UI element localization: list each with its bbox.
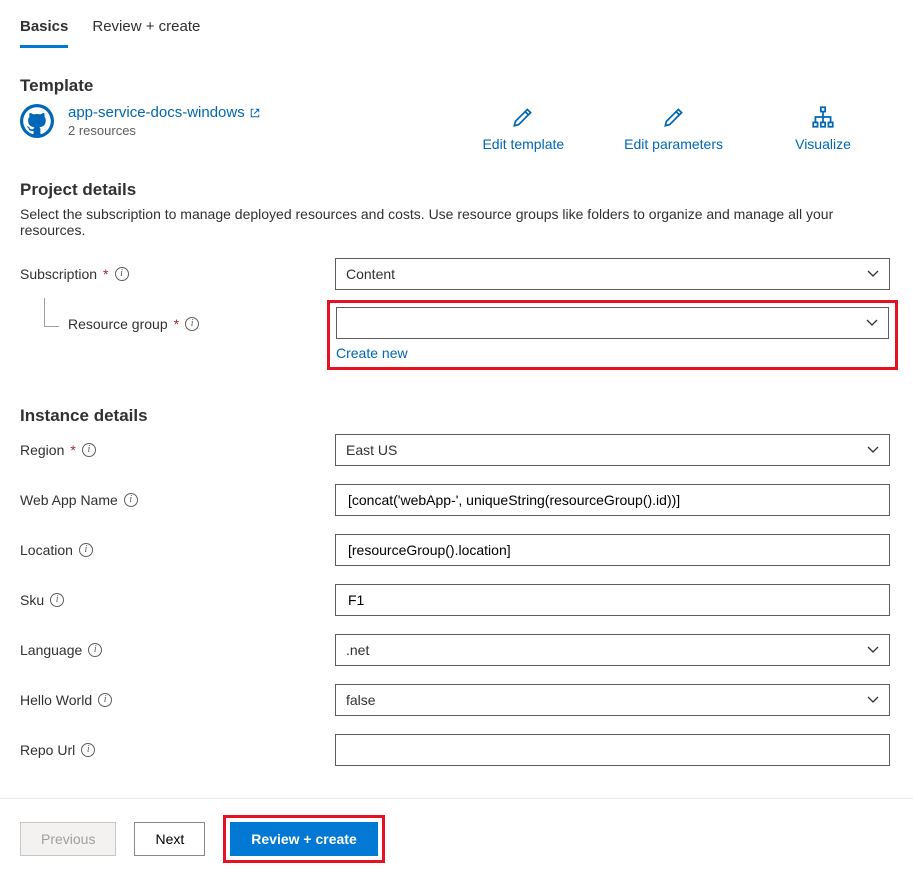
- chevron-down-icon: [866, 317, 878, 329]
- sku-label-text: Sku: [20, 592, 44, 608]
- resource-group-highlight: Create new: [327, 300, 898, 370]
- required-indicator: *: [103, 266, 108, 282]
- info-icon[interactable]: i: [50, 593, 64, 607]
- template-resource-count: 2 resources: [68, 123, 261, 138]
- subscription-select[interactable]: Content: [335, 258, 890, 290]
- chevron-down-icon: [867, 268, 879, 280]
- review-create-button[interactable]: Review + create: [230, 822, 377, 856]
- visualize-label: Visualize: [795, 136, 851, 152]
- webapp-name-row: Web App Name i: [20, 482, 893, 518]
- resource-group-row: Resource group * i Create new: [20, 306, 893, 378]
- required-indicator: *: [174, 316, 179, 332]
- wizard-footer: Previous Next Review + create: [0, 798, 913, 863]
- tab-bar: Basics Review + create: [20, 0, 893, 48]
- location-label-text: Location: [20, 542, 73, 558]
- pencil-icon: [510, 104, 536, 130]
- language-label: Language i: [20, 642, 335, 658]
- template-link[interactable]: app-service-docs-windows: [68, 104, 261, 121]
- template-heading: Template: [20, 76, 893, 96]
- visualize-button[interactable]: Visualize: [783, 104, 863, 152]
- edit-parameters-button[interactable]: Edit parameters: [624, 104, 723, 152]
- webapp-name-label-text: Web App Name: [20, 492, 118, 508]
- chevron-down-icon: [867, 444, 879, 456]
- sku-row: Sku i: [20, 582, 893, 618]
- tab-review-create[interactable]: Review + create: [92, 8, 200, 48]
- sku-label: Sku i: [20, 592, 335, 608]
- project-details-desc: Select the subscription to manage deploy…: [20, 206, 860, 238]
- location-label: Location i: [20, 542, 335, 558]
- hello-world-row: Hello World i false: [20, 682, 893, 718]
- hello-world-select[interactable]: false: [335, 684, 890, 716]
- chevron-down-icon: [867, 694, 879, 706]
- template-link-text: app-service-docs-windows: [68, 104, 245, 121]
- info-icon[interactable]: i: [88, 643, 102, 657]
- edit-template-button[interactable]: Edit template: [482, 104, 564, 152]
- region-label-text: Region: [20, 442, 64, 458]
- repo-url-label: Repo Url i: [20, 742, 335, 758]
- hello-world-value: false: [346, 692, 376, 708]
- repo-url-label-text: Repo Url: [20, 742, 75, 758]
- subscription-label-text: Subscription: [20, 266, 97, 282]
- chevron-down-icon: [867, 644, 879, 656]
- language-row: Language i .net: [20, 632, 893, 668]
- webapp-name-label: Web App Name i: [20, 492, 335, 508]
- pencil-icon: [661, 104, 687, 130]
- language-select[interactable]: .net: [335, 634, 890, 666]
- review-create-highlight: Review + create: [223, 815, 384, 863]
- edit-parameters-label: Edit parameters: [624, 136, 723, 152]
- info-icon[interactable]: i: [79, 543, 93, 557]
- region-value: East US: [346, 442, 397, 458]
- repo-url-input[interactable]: [335, 734, 890, 766]
- hello-world-label-text: Hello World: [20, 692, 92, 708]
- template-meta: app-service-docs-windows 2 resources: [68, 104, 261, 138]
- language-label-text: Language: [20, 642, 82, 658]
- location-input[interactable]: [335, 534, 890, 566]
- region-select[interactable]: East US: [335, 434, 890, 466]
- create-new-link[interactable]: Create new: [336, 345, 889, 361]
- webapp-name-input[interactable]: [335, 484, 890, 516]
- next-button[interactable]: Next: [134, 822, 205, 856]
- subscription-label: Subscription * i: [20, 266, 335, 282]
- template-actions: Edit template Edit parameters Visualize: [482, 104, 863, 152]
- sku-input[interactable]: [335, 584, 890, 616]
- location-field[interactable]: [346, 541, 879, 559]
- edit-template-label: Edit template: [482, 136, 564, 152]
- info-icon[interactable]: i: [82, 443, 96, 457]
- previous-button: Previous: [20, 822, 116, 856]
- resource-group-select[interactable]: [336, 307, 889, 339]
- region-label: Region * i: [20, 442, 335, 458]
- subscription-value: Content: [346, 266, 395, 282]
- info-icon[interactable]: i: [115, 267, 129, 281]
- hierarchy-icon: [810, 104, 836, 130]
- github-icon: [20, 104, 54, 138]
- resource-group-label: Resource group * i: [20, 316, 335, 332]
- hello-world-label: Hello World i: [20, 692, 335, 708]
- info-icon[interactable]: i: [185, 317, 199, 331]
- resource-group-label-text: Resource group: [68, 316, 168, 332]
- repo-url-field[interactable]: [346, 741, 879, 759]
- language-value: .net: [346, 642, 369, 658]
- subscription-row: Subscription * i Content: [20, 256, 893, 292]
- sku-field[interactable]: [346, 591, 879, 609]
- required-indicator: *: [70, 442, 75, 458]
- info-icon[interactable]: i: [124, 493, 138, 507]
- webapp-name-field[interactable]: [346, 491, 879, 509]
- region-row: Region * i East US: [20, 432, 893, 468]
- instance-details-heading: Instance details: [20, 406, 893, 426]
- external-link-icon: [249, 107, 261, 119]
- info-icon[interactable]: i: [98, 693, 112, 707]
- project-details-heading: Project details: [20, 180, 893, 200]
- info-icon[interactable]: i: [81, 743, 95, 757]
- location-row: Location i: [20, 532, 893, 568]
- template-row: app-service-docs-windows 2 resources Edi…: [20, 104, 893, 152]
- tab-basics[interactable]: Basics: [20, 8, 68, 48]
- repo-url-row: Repo Url i: [20, 732, 893, 768]
